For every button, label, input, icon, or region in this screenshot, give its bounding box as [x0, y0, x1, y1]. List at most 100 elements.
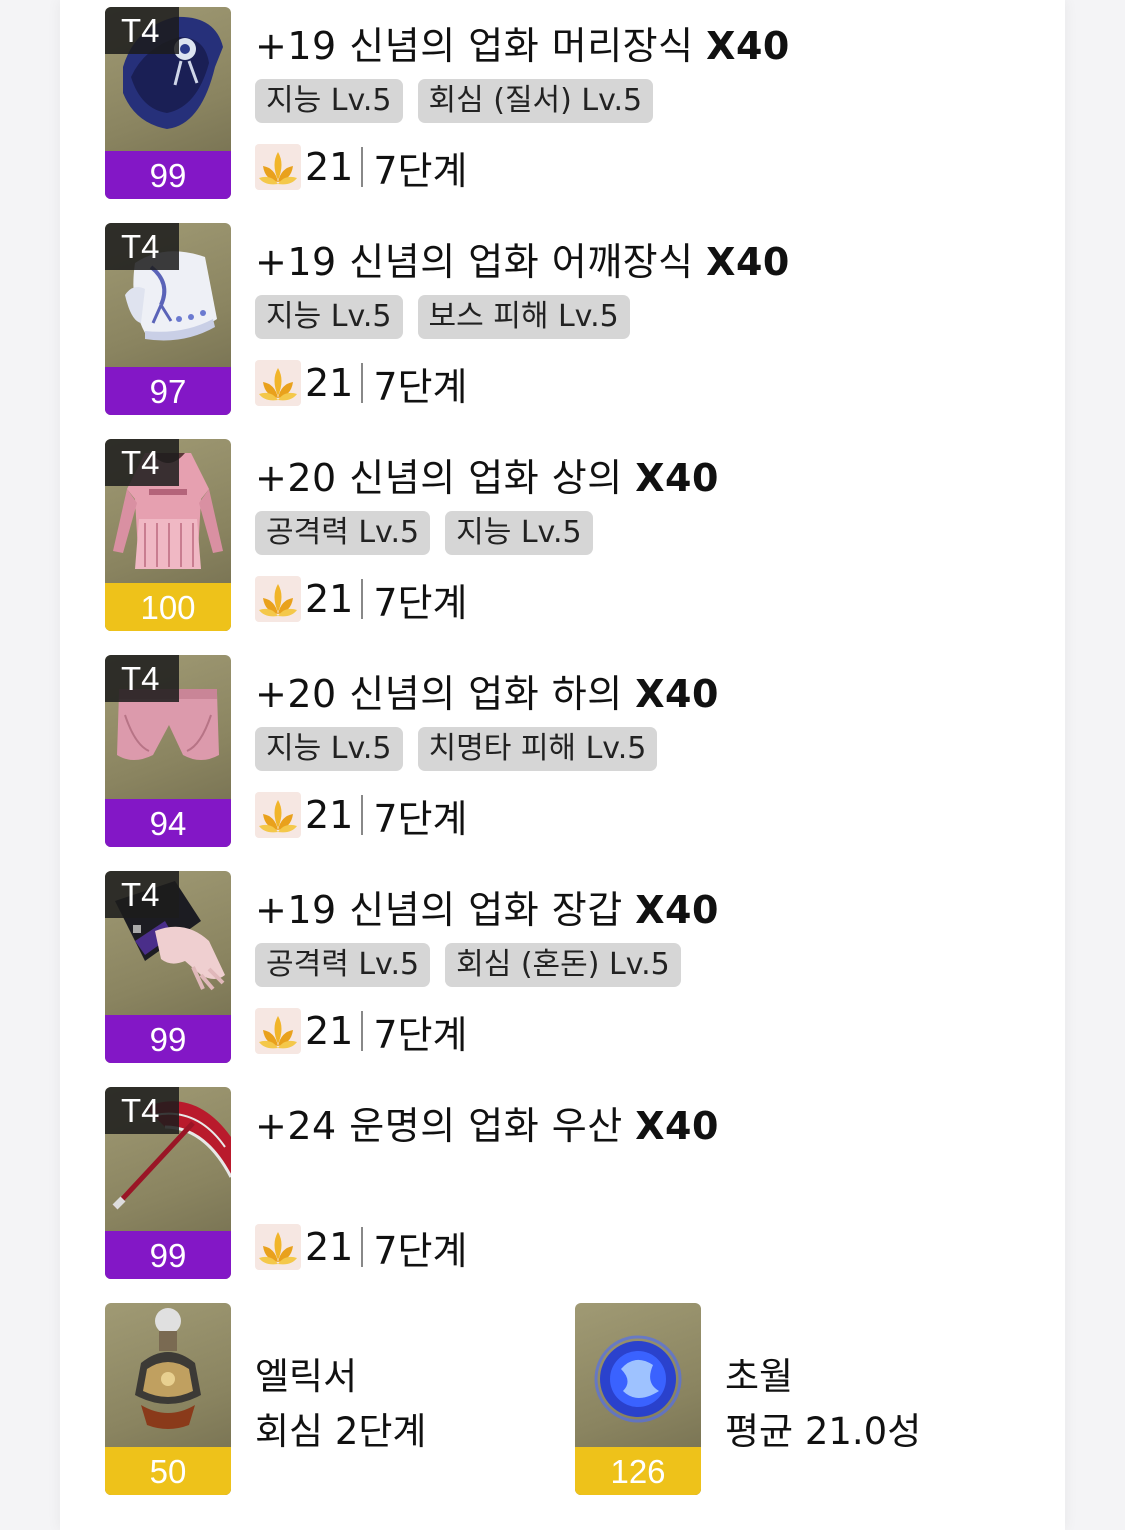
item-icon-box[interactable]: 50: [105, 1303, 231, 1495]
item-name: +24 운명의 업화 우산: [255, 1104, 623, 1148]
stone-level: 21: [305, 1009, 354, 1053]
lotus-icon: [255, 1008, 301, 1054]
item-name: +20 신념의 업화 상의: [255, 456, 623, 500]
item-name: +19 신념의 업화 어깨장식: [255, 240, 694, 284]
lotus-icon: [255, 360, 301, 406]
quality-badge: 99: [105, 151, 231, 199]
equipment-row-top[interactable]: T4 100 +20 신념의 업화 상의 X40 공격력 Lv.5 지능 Lv.…: [105, 439, 805, 631]
equipment-row-pants[interactable]: T4 94 +20 신념의 업화 하의 X40 지능 Lv.5 치명타 피해 L…: [105, 655, 805, 847]
item-title: +20 신념의 업화 하의 X40: [255, 671, 719, 717]
item-count: X40: [706, 240, 790, 284]
transcend-text: 초월 평균 21.0성: [725, 1349, 921, 1459]
item-title: +20 신념의 업화 상의 X40: [255, 455, 719, 501]
equipment-row-gloves[interactable]: T4 99 +19 신념의 업화 장갑 X40 공격력 Lv.5 회심 (혼돈)…: [105, 871, 805, 1063]
stage-text: 7단계: [373, 1228, 468, 1273]
stone-level: 21: [305, 361, 354, 405]
item-title: +19 신념의 업화 머리장식 X40: [255, 23, 790, 69]
elixir-bottle-icon: [135, 1308, 201, 1429]
stage-text: 7단계: [373, 148, 468, 193]
tier-badge: T4: [105, 223, 179, 270]
engraving-tag: 지능 Lv.5: [255, 79, 403, 123]
stone-level: 21: [305, 577, 354, 621]
transcend-label: 초월: [725, 1355, 794, 1398]
engraving-tags: 공격력 Lv.5 회심 (혼돈) Lv.5: [255, 943, 681, 987]
lotus-icon: [255, 1224, 301, 1270]
tier-badge: T4: [105, 655, 179, 702]
item-title: +24 운명의 업화 우산 X40: [255, 1103, 719, 1149]
stage-text: 7단계: [373, 580, 468, 625]
engraving-tag: 지능 Lv.5: [255, 727, 403, 771]
item-title: +19 신념의 업화 어깨장식 X40: [255, 239, 790, 285]
stone-info: 21 7단계: [255, 139, 467, 195]
divider: [361, 363, 364, 403]
engraving-tag: 보스 피해 Lv.5: [417, 295, 630, 339]
item-count: X40: [706, 24, 790, 68]
equipment-row-shoulder[interactable]: T4 97 +19 신념의 업화 어깨장식 X40 지능 Lv.5 보스 피해 …: [105, 223, 805, 415]
item-name: +19 신념의 업화 머리장식: [255, 24, 694, 68]
quality-badge: 94: [105, 799, 231, 847]
item-count: X40: [635, 672, 719, 716]
divider: [361, 147, 364, 187]
lotus-icon: [255, 576, 301, 622]
item-icon-box[interactable]: T4 99: [105, 1087, 231, 1279]
transcend-summary[interactable]: 126 초월 평균 21.0성: [575, 1303, 1035, 1495]
item-icon-box[interactable]: 126: [575, 1303, 701, 1495]
divider: [361, 579, 364, 619]
quality-badge: 99: [105, 1015, 231, 1063]
equipment-row-weapon[interactable]: T4 99 +24 운명의 업화 우산 X40 21 7단계: [105, 1087, 805, 1279]
tier-badge: T4: [105, 871, 179, 918]
engraving-tag: 공격력 Lv.5: [255, 943, 431, 987]
stage-text: 7단계: [373, 796, 468, 841]
engraving-tag: 회심 (혼돈) Lv.5: [445, 943, 681, 987]
divider: [361, 1011, 364, 1051]
stone-info: 21 7단계: [255, 1003, 467, 1059]
stone-level: 21: [305, 145, 354, 189]
stone-info: 21 7단계: [255, 355, 467, 411]
engraving-tags: 지능 Lv.5 보스 피해 Lv.5: [255, 295, 630, 339]
tier-badge: T4: [105, 1087, 179, 1134]
lotus-icon: [255, 144, 301, 190]
item-icon-box[interactable]: T4 99: [105, 871, 231, 1063]
quality-badge: 99: [105, 1231, 231, 1279]
quality-badge: 126: [575, 1447, 701, 1495]
lotus-icon: [255, 792, 301, 838]
item-count: X40: [635, 456, 719, 500]
item-name: +20 신념의 업화 하의: [255, 672, 623, 716]
stone-info: 21 7단계: [255, 571, 467, 627]
item-title: +19 신념의 업화 장갑 X40: [255, 887, 719, 933]
transcend-orb-icon: [594, 1335, 682, 1423]
item-name: +19 신념의 업화 장갑: [255, 888, 623, 932]
stone-level: 21: [305, 793, 354, 837]
divider: [361, 795, 364, 835]
elixir-text: 엘릭서 회심 2단계: [255, 1349, 426, 1459]
item-count: X40: [635, 1104, 719, 1148]
item-icon-box[interactable]: T4 97: [105, 223, 231, 415]
engraving-tag: 치명타 피해 Lv.5: [417, 727, 658, 771]
tier-badge: T4: [105, 439, 179, 486]
item-count: X40: [635, 888, 719, 932]
elixir-value: 회심 2단계: [255, 1410, 427, 1453]
tier-badge: T4: [105, 7, 179, 54]
equipment-row-head[interactable]: T4 99 +19 신념의 업화 머리장식 X40 지능 Lv.5 회심 (질서…: [105, 7, 805, 199]
divider: [361, 1227, 364, 1267]
item-icon-box[interactable]: T4 94: [105, 655, 231, 847]
engraving-tags: 공격력 Lv.5 지능 Lv.5: [255, 511, 593, 555]
quality-badge: 50: [105, 1447, 231, 1495]
stage-text: 7단계: [373, 1012, 468, 1057]
engraving-tag: 지능 Lv.5: [255, 295, 403, 339]
stone-level: 21: [305, 1225, 354, 1269]
engraving-tag: 지능 Lv.5: [445, 511, 593, 555]
stone-info: 21 7단계: [255, 1219, 467, 1275]
engraving-tag: 공격력 Lv.5: [255, 511, 431, 555]
quality-badge: 97: [105, 367, 231, 415]
engraving-tag: 회심 (질서) Lv.5: [417, 79, 654, 123]
elixir-summary[interactable]: 50 엘릭서 회심 2단계: [105, 1303, 565, 1495]
engraving-tags: 지능 Lv.5 회심 (질서) Lv.5: [255, 79, 654, 123]
quality-badge: 100: [105, 583, 231, 631]
stone-info: 21 7단계: [255, 787, 467, 843]
transcend-value: 평균 21.0성: [725, 1410, 922, 1453]
item-icon-box[interactable]: T4 99: [105, 7, 231, 199]
stage-text: 7단계: [373, 364, 468, 409]
item-icon-box[interactable]: T4 100: [105, 439, 231, 631]
elixir-label: 엘릭서: [255, 1355, 358, 1398]
